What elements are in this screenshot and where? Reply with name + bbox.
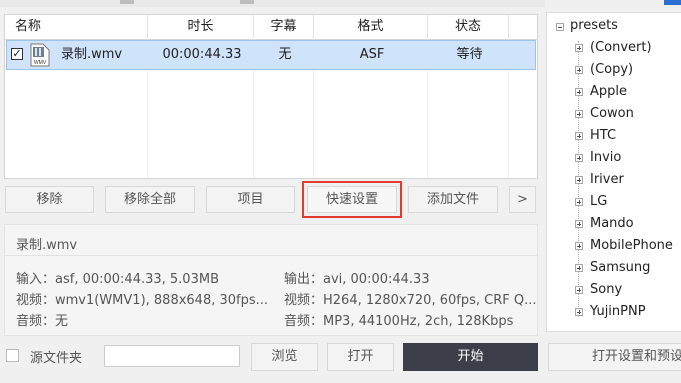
- column-header-format[interactable]: 格式: [314, 15, 428, 39]
- blue-corner-fragment: [664, 0, 681, 5]
- expand-icon[interactable]: [575, 264, 583, 272]
- tree-item[interactable]: Invio: [590, 148, 621, 168]
- info-video-out: 视频：H264, 1280x720, 60fps, CRF Q...: [284, 293, 537, 308]
- tree-item[interactable]: Sony: [590, 280, 622, 300]
- remove-all-button[interactable]: 移除全部: [105, 186, 195, 213]
- tree-item[interactable]: Mando: [590, 214, 634, 234]
- tree-item[interactable]: (Copy): [590, 60, 633, 80]
- open-button[interactable]: 打开: [327, 343, 394, 371]
- row-duration: 00:00:44.33: [162, 47, 242, 62]
- tree-item[interactable]: Iriver: [590, 170, 624, 190]
- toolbar-icon-fragment: [240, 0, 254, 4]
- column-header-name[interactable]: 名称: [5, 15, 148, 39]
- wmv-file-icon-label: WMV: [34, 60, 47, 66]
- info-audio-in: 音频：无: [16, 314, 69, 329]
- info-divider: [5, 255, 537, 256]
- add-file-button[interactable]: 添加文件: [408, 186, 498, 213]
- info-video-in: 视频：wmv1(WMV1), 888x648, 30fps...: [16, 293, 269, 308]
- table-header: 名称 时长 字幕 格式 状态: [5, 15, 537, 40]
- tree-item[interactable]: MobilePhone: [590, 236, 673, 256]
- expand-icon[interactable]: [575, 308, 583, 316]
- expand-icon[interactable]: [575, 242, 583, 250]
- info-input: 输入：asf, 00:00:44.33, 5.03MB: [16, 272, 219, 287]
- quick-settings-button[interactable]: 快速设置: [302, 181, 402, 218]
- wmv-file-icon: WMV: [30, 43, 50, 67]
- tree-item[interactable]: LG: [590, 192, 607, 212]
- tree-item[interactable]: (Convert): [590, 38, 652, 58]
- expand-icon[interactable]: [575, 88, 583, 96]
- source-folder-checkbox[interactable]: [6, 349, 19, 362]
- column-header-subtitle[interactable]: 字幕: [254, 15, 314, 39]
- more-button[interactable]: >: [509, 186, 536, 213]
- browse-button[interactable]: 浏览: [251, 343, 318, 371]
- file-info-panel: 录制.wmv 输入：asf, 00:00:44.33, 5.03MB 输出：av…: [4, 224, 538, 336]
- row-subtitle: 无: [278, 47, 292, 62]
- item-button[interactable]: 项目: [206, 186, 295, 213]
- toolbar-icon-fragment: [120, 0, 134, 4]
- tree-item[interactable]: HTC: [590, 126, 616, 146]
- table-row[interactable]: ✓ WMV 录制.wmv 00:00:44.33 无 ASF 等待: [6, 40, 536, 70]
- open-settings-and-presets-button[interactable]: 打开设置和预设: [548, 343, 681, 371]
- row-status: 等待: [456, 47, 483, 62]
- tree-item[interactable]: Apple: [590, 82, 627, 102]
- presets-tree[interactable]: presets (Convert) (Copy) Apple Cowon HTC Invi…: [546, 12, 681, 332]
- row-format: ASF: [359, 47, 385, 62]
- expand-icon[interactable]: [575, 198, 583, 206]
- start-button[interactable]: 开始: [403, 343, 538, 371]
- expand-icon[interactable]: [575, 132, 583, 140]
- remove-button[interactable]: 移除: [5, 186, 94, 213]
- row-name: 录制.wmv: [61, 47, 123, 62]
- source-folder-input[interactable]: [104, 345, 240, 367]
- tree-item[interactable]: YujinPNP: [590, 302, 646, 322]
- tree-item[interactable]: Samsung: [590, 258, 650, 278]
- source-folder-label: 源文件夹: [30, 351, 83, 366]
- tree-item[interactable]: Cowon: [590, 104, 634, 124]
- info-audio-out: 音频：MP3, 44100Hz, 2ch, 128Kbps: [284, 314, 514, 329]
- expand-icon[interactable]: [575, 154, 583, 162]
- expand-icon[interactable]: [575, 286, 583, 294]
- expand-icon[interactable]: [575, 220, 583, 228]
- expand-icon[interactable]: [575, 66, 583, 74]
- column-header-duration[interactable]: 时长: [148, 15, 254, 39]
- collapse-icon[interactable]: [556, 23, 564, 31]
- column-header-status[interactable]: 状态: [428, 15, 509, 39]
- info-output: 输出：avi, 00:00:44.33: [284, 272, 430, 287]
- file-table[interactable]: 名称 时长 字幕 格式 状态 ✓ WMV 录制.wmv 00:00:44.33 …: [4, 14, 538, 179]
- column-header-extra: [509, 15, 537, 39]
- info-filename: 录制.wmv: [16, 238, 78, 253]
- expand-icon[interactable]: [575, 44, 583, 52]
- tree-root-presets[interactable]: presets: [570, 16, 618, 36]
- expand-icon[interactable]: [575, 110, 583, 118]
- toolbar-edge: [0, 0, 545, 7]
- expand-icon[interactable]: [575, 176, 583, 184]
- row-checkbox[interactable]: ✓: [11, 48, 23, 60]
